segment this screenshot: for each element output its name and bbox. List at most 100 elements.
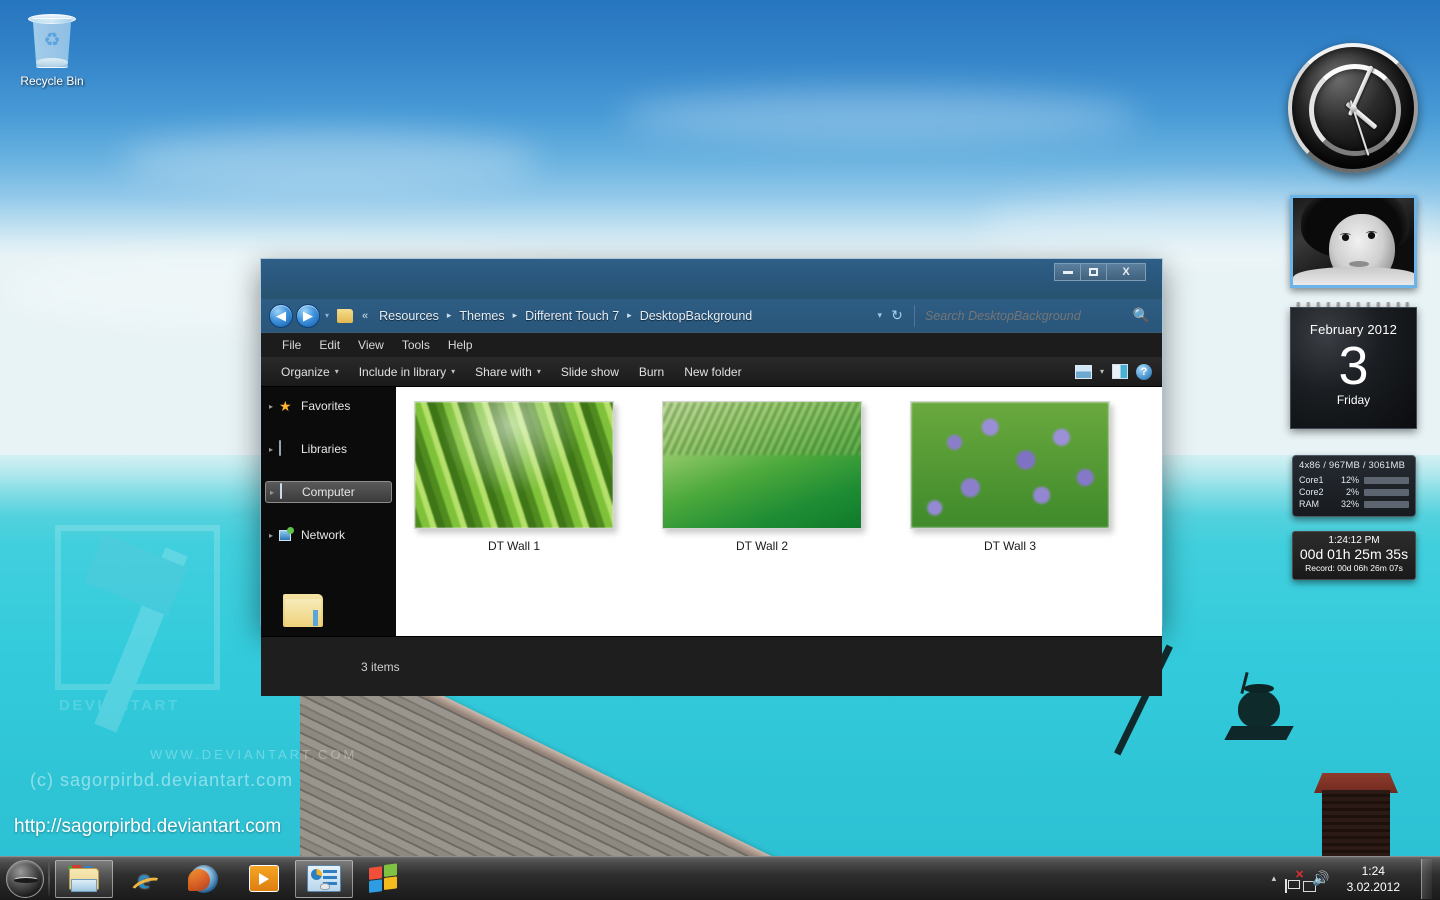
search-icon[interactable]: 🔍: [1133, 307, 1150, 324]
sidebar-item-libraries[interactable]: ▸ Libraries: [265, 438, 392, 460]
search-input[interactable]: [925, 309, 1133, 323]
organize-button[interactable]: Organize ▾: [271, 361, 349, 383]
burn-button[interactable]: Burn: [629, 361, 674, 383]
breadcrumb-item-themes[interactable]: Themes: [453, 307, 510, 325]
recycle-bin-icon[interactable]: ♻ Recycle Bin: [12, 10, 92, 88]
expand-arrow-icon[interactable]: ▸: [269, 445, 279, 454]
windows-logo-icon: [369, 863, 399, 895]
windows-explorer-window[interactable]: X ◀ ▶ ▾ « Resources ▸ Themes ▸ Different…: [260, 258, 1163, 626]
explorer-body: ▸ ★ Favorites ▸ Libraries ▸ Computer ▸: [261, 387, 1162, 636]
slide-show-button[interactable]: Slide show: [551, 361, 629, 383]
close-button[interactable]: X: [1106, 263, 1146, 281]
thumbnail-image[interactable]: [910, 401, 1110, 529]
menu-view[interactable]: View: [349, 335, 393, 355]
chevron-right-icon[interactable]: ▸: [625, 310, 634, 321]
chevron-right-icon[interactable]: ▸: [511, 310, 520, 321]
navigation-pane[interactable]: ▸ ★ Favorites ▸ Libraries ▸ Computer ▸: [261, 387, 396, 636]
share-with-button[interactable]: Share with ▾: [465, 361, 551, 383]
expand-arrow-icon[interactable]: ▸: [269, 531, 279, 540]
show-desktop-button[interactable]: [1421, 859, 1432, 899]
taskbar-item-media-player[interactable]: [235, 860, 293, 898]
expand-arrow-icon[interactable]: ▸: [269, 402, 279, 411]
breadcrumb-item-resources[interactable]: Resources: [373, 307, 445, 325]
chevron-right-icon[interactable]: ▸: [445, 310, 454, 321]
cpu-meter-gadget[interactable]: 4x86 / 967MB / 3061MB Core1 12% Core2 2%…: [1292, 455, 1416, 517]
watermark-site: WWW.DEVIANTART.COM: [150, 747, 357, 762]
menu-file[interactable]: File: [273, 335, 310, 355]
breadcrumb-item-desktopbackground[interactable]: DesktopBackground: [634, 307, 759, 325]
folder-icon: [67, 865, 101, 893]
taskbar-item-firefox[interactable]: [175, 860, 233, 898]
file-list-view[interactable]: DT Wall 1 DT Wall 2 DT Wall 3: [396, 387, 1162, 636]
start-button[interactable]: [6, 860, 44, 898]
include-in-library-label: Include in library: [359, 365, 446, 379]
cpu-label: RAM: [1299, 499, 1333, 509]
menu-edit[interactable]: Edit: [310, 335, 349, 355]
sidebar-item-computer[interactable]: ▸ Computer: [265, 481, 392, 503]
pot-base: [1224, 726, 1293, 740]
taskbar-item-windows-explorer[interactable]: [55, 860, 113, 898]
address-dropdown-icon[interactable]: ▾: [877, 310, 882, 321]
calendar-gadget[interactable]: February 2012 3 Friday: [1290, 307, 1417, 429]
breadcrumb-item-different-touch-7[interactable]: Different Touch 7: [519, 307, 625, 325]
cpu-percent: 32%: [1333, 499, 1359, 509]
file-item[interactable]: DT Wall 1: [414, 401, 614, 553]
cpu-row-core1: Core1 12%: [1299, 474, 1409, 486]
item-count: 3 items: [361, 660, 400, 674]
command-bar-right[interactable]: ▾ ?: [1075, 364, 1152, 380]
system-tray[interactable]: ▴ 🔊 1:24 3.02.2012: [1272, 857, 1440, 900]
preview-pane-icon[interactable]: [1112, 364, 1128, 379]
taskbar[interactable]: e ▴ 🔊 1:24: [0, 856, 1440, 900]
change-view-icon[interactable]: [1075, 365, 1092, 379]
clock-gadget[interactable]: [1288, 43, 1418, 188]
status-bar: 3 items: [261, 636, 1162, 696]
desktop[interactable]: DEVIANTART WWW.DEVIANTART.COM (c) sagorp…: [0, 0, 1440, 900]
organize-label: Organize: [281, 365, 330, 379]
new-folder-button[interactable]: New folder: [674, 361, 751, 383]
sidebar-item-network[interactable]: ▸ Network: [265, 524, 392, 546]
expand-arrow-icon[interactable]: ▸: [270, 488, 280, 497]
taskbar-item-windows-logo[interactable]: [355, 860, 413, 898]
clock-date: 3.02.2012: [1347, 880, 1400, 894]
file-item[interactable]: DT Wall 3: [910, 401, 1110, 553]
include-in-library-button[interactable]: Include in library ▾: [349, 361, 465, 383]
menu-help[interactable]: Help: [439, 335, 482, 355]
taskbar-clock[interactable]: 1:24 3.02.2012: [1339, 863, 1408, 895]
desktop-url-text: http://sagorpirbd.deviantart.com: [14, 816, 281, 838]
title-bar[interactable]: X: [261, 259, 1162, 299]
command-bar[interactable]: Organize ▾ Include in library ▾ Share wi…: [261, 357, 1162, 387]
breadcrumb[interactable]: « Resources ▸ Themes ▸ Different Touch 7…: [337, 305, 871, 327]
window-controls[interactable]: X: [1055, 263, 1146, 281]
uptime-gadget[interactable]: 1:24:12 PM 00d 01h 25m 35s Record: 00d 0…: [1292, 531, 1416, 580]
help-icon[interactable]: ?: [1136, 364, 1152, 380]
menu-tools[interactable]: Tools: [393, 335, 439, 355]
breadcrumb-overflow[interactable]: «: [362, 310, 368, 322]
sidebar-item-label: Favorites: [301, 399, 350, 413]
volume-icon[interactable]: 🔊: [1312, 870, 1329, 888]
file-item[interactable]: DT Wall 2: [662, 401, 862, 553]
search-box[interactable]: 🔍: [914, 305, 1154, 327]
taskbar-item-internet-explorer[interactable]: e: [115, 860, 173, 898]
show-hidden-icons-arrow[interactable]: ▴: [1272, 873, 1277, 884]
cpu-row-core2: Core2 2%: [1299, 486, 1409, 498]
recycle-bin-label: Recycle Bin: [12, 74, 92, 88]
thumbnail-image[interactable]: [414, 401, 614, 529]
cpu-row-ram: RAM 32%: [1299, 498, 1409, 510]
minimize-button[interactable]: [1054, 263, 1081, 281]
thumbnail-image[interactable]: [662, 401, 862, 529]
refresh-icon[interactable]: ↻: [888, 307, 906, 325]
address-bar[interactable]: ◀ ▶ ▾ « Resources ▸ Themes ▸ Different T…: [261, 299, 1162, 332]
menu-bar[interactable]: File Edit View Tools Help: [261, 332, 1162, 357]
back-button[interactable]: ◀: [269, 304, 293, 328]
cpu-bar: [1364, 501, 1409, 508]
sidebar-item-favorites[interactable]: ▸ ★ Favorites: [265, 395, 392, 417]
taskbar-item-desktop-gadgets[interactable]: [295, 860, 353, 898]
calendar-body: February 2012 3 Friday: [1290, 307, 1417, 429]
forward-button[interactable]: ▶: [296, 304, 320, 328]
photo-gadget[interactable]: [1290, 195, 1417, 288]
chevron-down-icon[interactable]: ▾: [1100, 367, 1104, 376]
sidebar-item-label: Computer: [302, 485, 355, 499]
recent-pages-dropdown[interactable]: ▾: [325, 311, 329, 320]
maximize-button[interactable]: [1080, 263, 1107, 281]
thumbnail-grid[interactable]: DT Wall 1 DT Wall 2 DT Wall 3: [396, 387, 1162, 553]
